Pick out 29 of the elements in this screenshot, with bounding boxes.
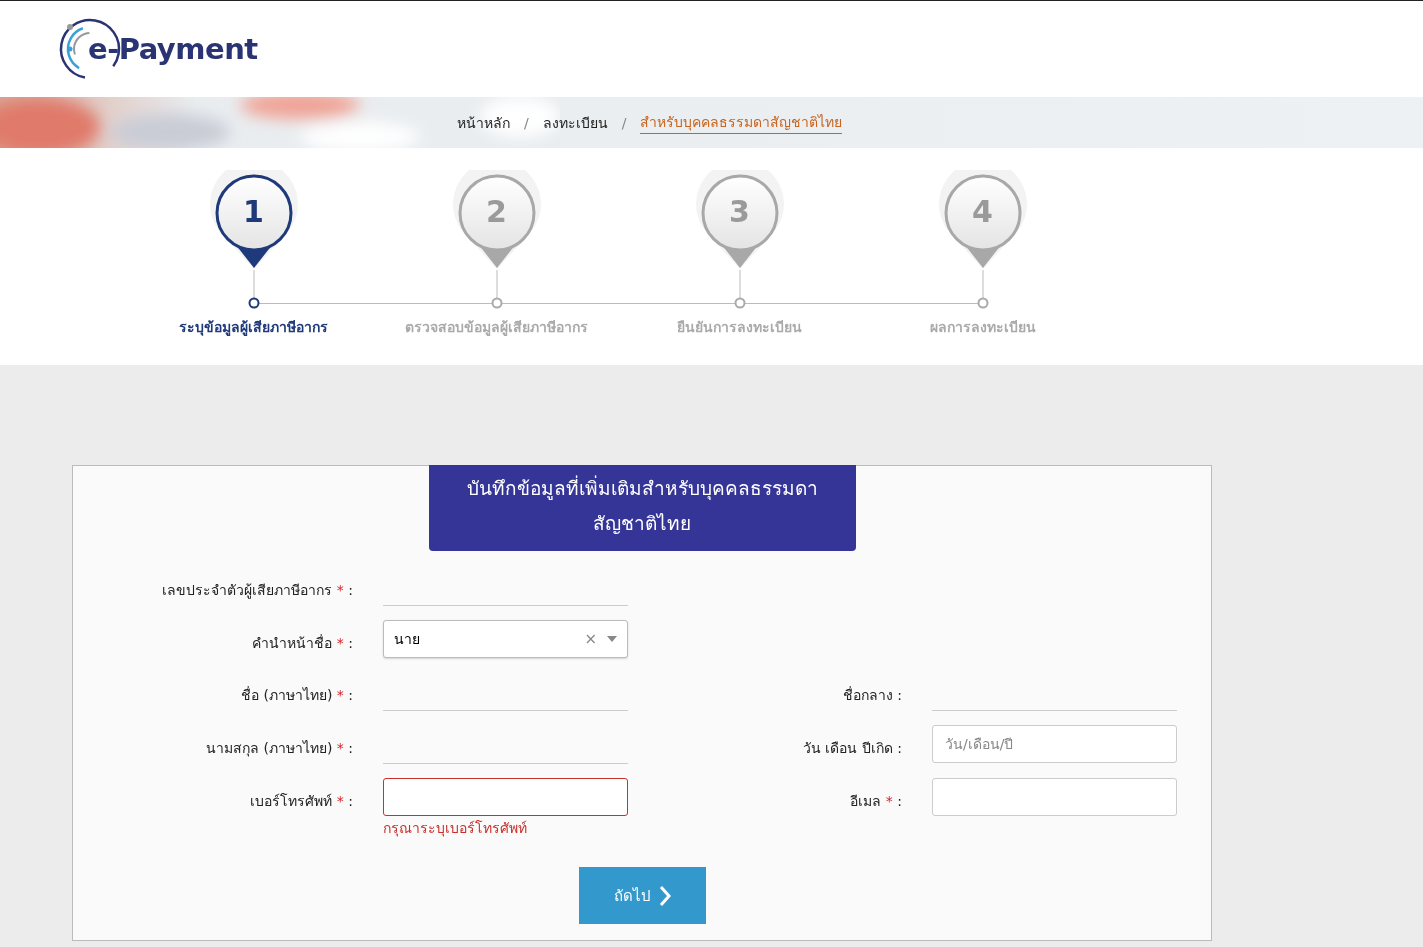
field-label: ชื่อกลาง :: [841, 685, 903, 705]
caret-icon: [607, 636, 617, 642]
field-label: เบอร์โทรศัพท์ * :: [249, 792, 354, 811]
step-label: ระบุข้อมูลผู้เสียภาษีอากร: [179, 318, 328, 338]
step-number: 1: [243, 194, 264, 229]
error-message: กรุณาระบุเบอร์โทรศัพท์: [383, 819, 528, 839]
breadcrumb-separator: /: [621, 114, 627, 131]
form-title: บันทึกข้อมูลที่เพิ่มเติมสำหรับบุคคลธรรมดา สัญชาติไทย: [428, 465, 856, 551]
chevron-right-icon: [658, 884, 671, 907]
breadcrumb-separator: /: [524, 114, 529, 131]
select-value: นาย: [394, 630, 421, 649]
step-number: 4: [972, 194, 993, 229]
field-label: วัน เดือน ปีเกิด :: [801, 739, 903, 758]
clear-icon[interactable]: ×: [584, 630, 597, 648]
breadcrumb-link[interactable]: หน้าหลัก: [457, 111, 510, 134]
field-label: คำนำหน้าชื่อ * :: [251, 633, 354, 653]
step-number: 2: [486, 194, 507, 229]
breadcrumb-link[interactable]: ลงทะเบียน: [542, 111, 608, 134]
field-label: ชื่อ (ภาษาไทย) * :: [240, 685, 354, 705]
step-label: ยืนยันการลงทะเบียน: [677, 318, 802, 337]
step-label: ผลการลงทะเบียน: [929, 318, 1036, 337]
step-number: 3: [729, 194, 750, 229]
breadcrumb-link[interactable]: สำหรับบุคคลธรรมดาสัญชาติไทย: [640, 111, 843, 134]
field-label: นามสกุล (ภาษาไทย) * :: [205, 739, 354, 759]
field-label: อีเมล * :: [849, 792, 903, 811]
input-field[interactable]: [383, 778, 628, 816]
step-label: ตรวจสอบข้อมูลผู้เสียภาษีอากร: [405, 318, 588, 338]
title-select[interactable]: นาย ×: [383, 620, 628, 658]
field-label: เลขประจำตัวผู้เสียภาษีอากร * :: [161, 581, 354, 601]
